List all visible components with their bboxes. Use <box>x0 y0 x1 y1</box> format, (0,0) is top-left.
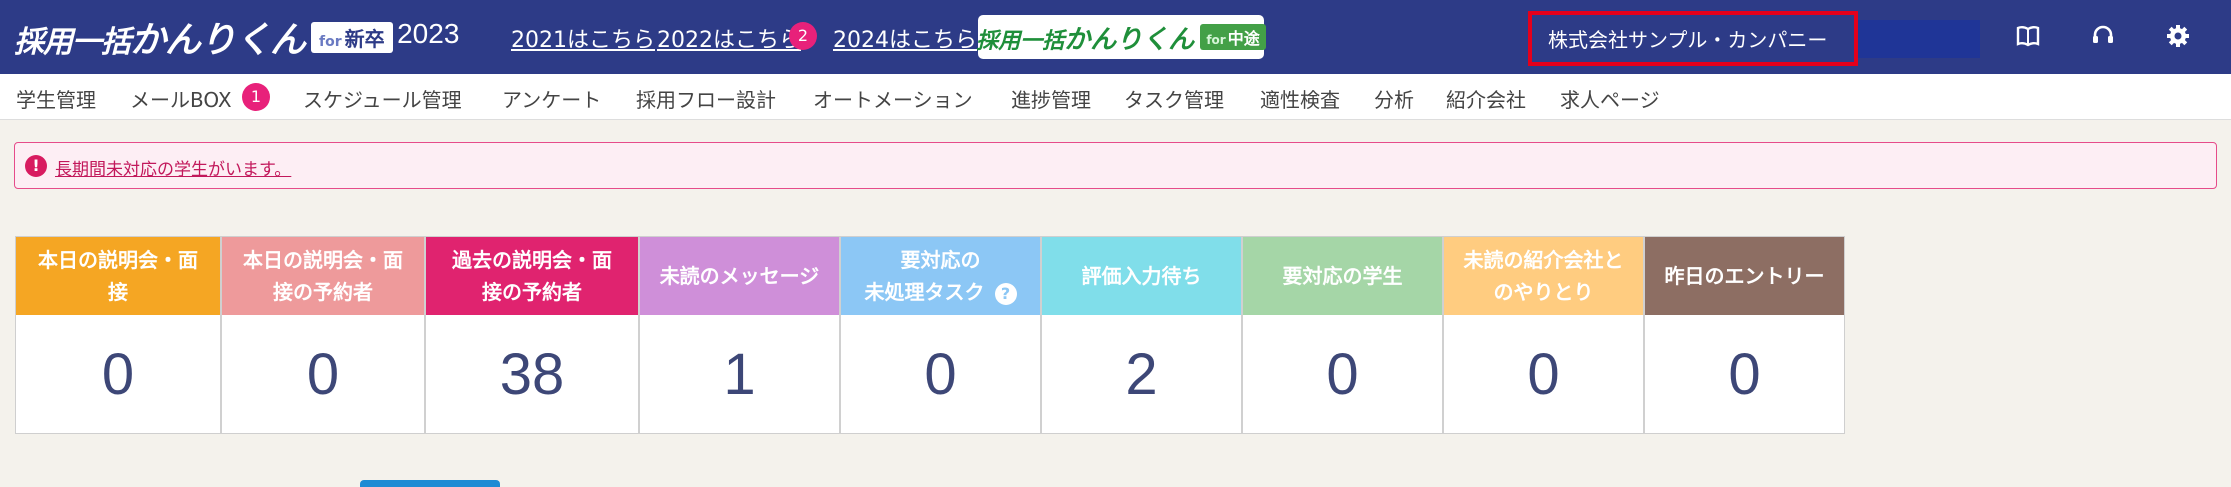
stat-card-header: 未読のメッセージ <box>640 237 839 315</box>
stat-card-pending-tasks[interactable]: 要対応の 未処理タスク? 0 <box>841 237 1042 433</box>
stat-card-value: 0 <box>101 341 135 407</box>
stat-card-header: 要対応の 未処理タスク? <box>841 237 1040 315</box>
app-logo[interactable]: 採用一括かんりくん for 新卒 <box>14 18 393 61</box>
stat-card-past-reservations[interactable]: 過去の説明会・面 接の予約者 38 <box>426 237 640 433</box>
partial-button[interactable] <box>360 480 500 487</box>
nav-schedule[interactable]: スケジュール管理 <box>303 84 462 113</box>
stat-card-students-action[interactable]: 要対応の学生 0 <box>1243 237 1444 433</box>
link-2022[interactable]: 2022はこちら <box>657 22 801 54</box>
nav-mailbox[interactable]: メールBOX <box>130 84 232 113</box>
stat-card-value: 0 <box>924 341 957 407</box>
chuto-logo-text: 採用一括かんりくん <box>976 24 1195 55</box>
stat-card-header: 未読の紹介会社と のやりとり <box>1444 237 1643 315</box>
stat-card-header: 要対応の学生 <box>1243 237 1442 315</box>
chuto-switch-button[interactable]: 採用一括かんりくん for 中途 <box>976 15 1266 59</box>
stat-card-agency-messages[interactable]: 未読の紹介会社と のやりとり 0 <box>1444 237 1645 433</box>
nav-survey[interactable]: アンケート <box>502 84 601 113</box>
nav-tasks[interactable]: タスク管理 <box>1124 84 1224 113</box>
alert-banner: ! 長期間未対応の学生がいます。 <box>14 142 2217 189</box>
stat-card-header: 評価入力待ち <box>1042 237 1241 315</box>
stat-card-value: 0 <box>306 341 340 407</box>
stat-card-yesterday-entries[interactable]: 昨日のエントリー 0 <box>1645 237 1844 433</box>
nav-progress[interactable]: 進捗管理 <box>1011 84 1091 113</box>
link-2022-badge: 2 <box>789 22 817 50</box>
headset-icon[interactable] <box>2089 22 2117 50</box>
help-icon[interactable]: ? <box>994 282 1017 305</box>
chuto-tag: for 中途 <box>1200 24 1266 50</box>
nav-aptitude[interactable]: 適性検査 <box>1260 84 1340 113</box>
nav-analysis[interactable]: 分析 <box>1374 84 1414 113</box>
logo-text: 採用一括かんりくん <box>14 20 306 61</box>
nav-mailbox-badge: 1 <box>242 83 270 111</box>
app-header: 採用一括かんりくん for 新卒 - 2023 2021はこちら 2022はこちら… <box>0 0 2231 74</box>
alert-link[interactable]: 長期間未対応の学生がいます。 <box>55 155 291 180</box>
stat-card-value: 38 <box>499 341 565 407</box>
nav-students[interactable]: 学生管理 <box>16 84 96 113</box>
nav-agencies[interactable]: 紹介会社 <box>1446 84 1526 113</box>
stats-panel: 本日の説明会・面接 0 本日の説明会・面 接の予約者 0 過去の説明会・面 接の予約… <box>15 236 1845 434</box>
stat-card-today-reservations[interactable]: 本日の説明会・面 接の予約者 0 <box>222 237 426 433</box>
stat-card-value: 2 <box>1125 341 1158 407</box>
company-selector-bar[interactable] <box>1858 20 1980 58</box>
gear-icon[interactable] <box>2164 22 2192 50</box>
stat-card-header: 本日の説明会・面 接の予約者 <box>222 237 424 315</box>
stat-card-header: 本日の説明会・面接 <box>16 237 220 315</box>
stat-card-today-sessions[interactable]: 本日の説明会・面接 0 <box>16 237 222 433</box>
company-name[interactable]: 株式会社サンプル・カンパニー <box>1528 11 1858 66</box>
link-2021[interactable]: 2021はこちら <box>511 22 655 54</box>
stat-card-unread-messages[interactable]: 未読のメッセージ 1 <box>640 237 841 433</box>
stat-card-header: 昨日のエントリー <box>1645 237 1844 315</box>
alert-icon: ! <box>25 155 47 177</box>
main-nav: 学生管理 メールBOX 1 スケジュール管理 アンケート 採用フロー設計 オート… <box>0 74 2231 120</box>
nav-job-page[interactable]: 求人ページ <box>1560 84 1660 113</box>
link-2024[interactable]: 2024はこちら <box>833 22 977 54</box>
stat-card-header: 過去の説明会・面 接の予約者 <box>426 237 638 315</box>
stat-card-evaluation-pending[interactable]: 評価入力待ち 2 <box>1042 237 1243 433</box>
nav-automation[interactable]: オートメーション <box>813 84 973 113</box>
year-title: - 2023 <box>380 18 460 49</box>
stat-card-value: 0 <box>1728 341 1761 407</box>
nav-flow[interactable]: 採用フロー設計 <box>636 84 776 113</box>
stat-card-value: 0 <box>1326 341 1359 407</box>
stat-card-value: 1 <box>723 341 756 407</box>
book-icon[interactable] <box>2014 22 2042 50</box>
stat-card-value: 0 <box>1527 341 1560 407</box>
